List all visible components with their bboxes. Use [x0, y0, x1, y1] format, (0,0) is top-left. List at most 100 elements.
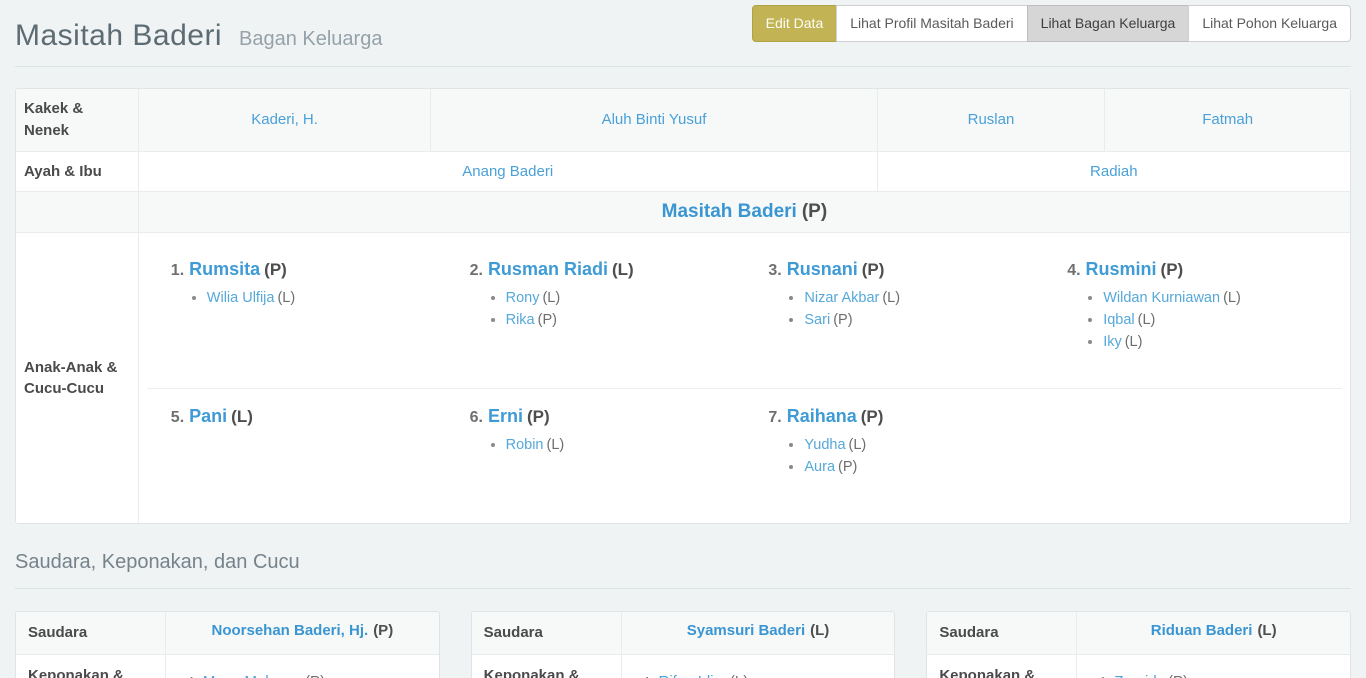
grandchild-link[interactable]: Iky	[1103, 334, 1122, 350]
grandmother-maternal-cell: Fatmah	[1104, 89, 1350, 151]
child-gender: (P)	[527, 407, 550, 426]
mother-cell: Radiah	[877, 151, 1350, 192]
grandchildren-list: Robin(L)	[470, 437, 735, 453]
grandchild-gender: (L)	[546, 437, 564, 453]
view-chart-button[interactable]: Lihat Bagan Keluarga	[1027, 5, 1190, 42]
nephew-name-link[interactable]: Rifna Idiar	[659, 673, 727, 678]
nephews-cell: 1.Muna Makmun(P) Nafies Luthfi(L)	[166, 655, 439, 678]
sibling-name-link[interactable]: Riduan Baderi	[1151, 622, 1253, 639]
child-name-link[interactable]: Erni	[488, 406, 523, 426]
child-block-5: 5. Pani(L)	[147, 389, 446, 514]
grandchild-item: Rika(P)	[506, 312, 735, 328]
child-number: 4.	[1067, 262, 1080, 279]
grandchild-item: Rony(L)	[506, 290, 735, 306]
sibling-header-row: Saudara Noorsehan Baderi, Hj.(P)	[16, 612, 439, 654]
child-gender: (L)	[231, 407, 253, 426]
child-block-7: 7.Raihana(P) Yudha(L) Aura(P)	[744, 389, 1043, 514]
child-number: 1.	[171, 262, 184, 279]
siblings-section-title: Saudara, Keponakan, dan Cucu	[15, 551, 1351, 589]
sibling-name-cell: Noorsehan Baderi, Hj.(P)	[166, 612, 439, 654]
grandchild-link[interactable]: Aura	[804, 459, 835, 475]
grandparents-label: Kakek & Nenek	[16, 89, 138, 151]
nephew-gender: (P)	[305, 673, 325, 678]
grandchild-gender: (L)	[1138, 312, 1156, 328]
parents-row: Ayah & Ibu Anang Baderi Radiah	[16, 151, 1350, 192]
grandparents-row: Kakek & Nenek Kaderi, H. Aluh Binti Yusu…	[16, 89, 1350, 151]
view-tree-button[interactable]: Lihat Pohon Keluarga	[1188, 5, 1351, 42]
grandchild-link[interactable]: Iqbal	[1103, 312, 1134, 328]
children-cell: 1.Rumsita(P) Wilia Ulfija(L) 2.Rusman Ri…	[138, 232, 1350, 523]
grandchild-gender: (L)	[277, 290, 295, 306]
keponakan-label: Keponakan & Cucu-Cucu	[927, 655, 1077, 678]
grandmother-maternal-link[interactable]: Fatmah	[1202, 111, 1253, 128]
child-block-4: 4.Rusmini(P) Wildan Kurniawan(L) Iqbal(L…	[1043, 242, 1342, 388]
child-number: 5.	[171, 409, 184, 426]
nephew-number: 1.	[644, 674, 655, 678]
grandchild-link[interactable]: Nizar Akbar	[804, 290, 879, 306]
grandfather-maternal-link[interactable]: Ruslan	[968, 111, 1015, 128]
grandchild-gender: (L)	[849, 437, 867, 453]
child-gender: (P)	[862, 260, 885, 279]
self-row: Masitah Baderi(P)	[16, 191, 1350, 232]
sibling-card-1: Saudara Noorsehan Baderi, Hj.(P) Keponak…	[15, 611, 440, 678]
self-label-empty	[16, 191, 138, 232]
grandfather-paternal-cell: Kaderi, H.	[138, 89, 431, 151]
child-block-6: 6.Erni(P) Robin(L)	[446, 389, 745, 514]
nephew-gender: (L)	[730, 673, 748, 678]
sibling-name-link[interactable]: Noorsehan Baderi, Hj.	[211, 622, 368, 639]
self-name-link[interactable]: Masitah Baderi	[662, 201, 797, 222]
grandchild-gender: (L)	[1125, 334, 1143, 350]
saudara-label: Saudara	[927, 612, 1077, 654]
grandchild-link[interactable]: Wilia Ulfija	[207, 290, 275, 306]
father-link[interactable]: Anang Baderi	[462, 163, 553, 180]
nephews-cell: 1.Zuraida(P) Andika Nugraha Rahman(L)	[1077, 655, 1350, 678]
nephews-cell: 1.Rifna Idiar(L) Sari Mardiah(P)	[622, 655, 895, 678]
grandchild-link[interactable]: Rony	[506, 290, 540, 306]
sibling-name-cell: Syamsuri Baderi(L)	[622, 612, 895, 654]
edit-data-button[interactable]: Edit Data	[752, 5, 838, 42]
nephew-item: 1.Muna Makmun(P) Nafies Luthfi(L)	[176, 665, 429, 678]
sibling-name-link[interactable]: Syamsuri Baderi	[687, 622, 805, 639]
keponakan-label: Keponakan & Cucu-Cucu	[16, 655, 166, 678]
child-name-link[interactable]: Pani	[189, 406, 227, 426]
child-name-link[interactable]: Rusnani	[787, 259, 858, 279]
grandfather-paternal-link[interactable]: Kaderi, H.	[251, 111, 318, 128]
child-block-empty	[1043, 389, 1342, 514]
grandchild-link[interactable]: Wildan Kurniawan	[1103, 290, 1220, 306]
child-name-link[interactable]: Rusman Riadi	[488, 259, 608, 279]
saudara-label: Saudara	[472, 612, 622, 654]
grandchild-item: Nizar Akbar(L)	[804, 290, 1033, 306]
grandchild-item: Iqbal(L)	[1103, 312, 1332, 328]
page-header: Masitah Baderi Bagan Keluarga Edit Data …	[15, 0, 1351, 67]
nephew-name-link[interactable]: Zuraida	[1114, 673, 1165, 678]
child-name-link[interactable]: Rusmini	[1086, 259, 1157, 279]
nephew-item: 1.Zuraida(P) Andika Nugraha Rahman(L)	[1087, 665, 1340, 678]
nephews-row: Keponakan & Cucu-Cucu 1.Zuraida(P) Andik…	[927, 654, 1350, 678]
grandmother-paternal-link[interactable]: Aluh Binti Yusuf	[602, 111, 707, 128]
grandchild-link[interactable]: Yudha	[804, 437, 845, 453]
sibling-name-cell: Riduan Baderi(L)	[1077, 612, 1350, 654]
grandchild-link[interactable]: Rika	[506, 312, 535, 328]
sibling-header-row: Saudara Riduan Baderi(L)	[927, 612, 1350, 654]
child-name-link[interactable]: Raihana	[787, 406, 857, 426]
parents-label: Ayah & Ibu	[16, 151, 138, 192]
grandchild-item: Wildan Kurniawan(L)	[1103, 290, 1332, 306]
grandchild-gender: (P)	[538, 312, 557, 328]
mother-link[interactable]: Radiah	[1090, 163, 1138, 180]
nephews-row: Keponakan & Cucu-Cucu 1.Rifna Idiar(L) S…	[472, 654, 895, 678]
child-block-2: 2.Rusman Riadi(L) Rony(L) Rika(P)	[446, 242, 745, 388]
nephew-number: 1.	[1099, 674, 1110, 678]
child-number: 2.	[470, 262, 483, 279]
family-chart-table-wrap: Kakek & Nenek Kaderi, H. Aluh Binti Yusu…	[15, 88, 1351, 524]
grandchild-link[interactable]: Robin	[506, 437, 544, 453]
grandchild-link[interactable]: Sari	[804, 312, 830, 328]
nephew-item: 1.Rifna Idiar(L) Sari Mardiah(P)	[632, 665, 885, 678]
nephew-name-link[interactable]: Muna Makmun	[203, 673, 302, 678]
grandchild-gender: (P)	[833, 312, 852, 328]
grandmother-paternal-cell: Aluh Binti Yusuf	[430, 89, 876, 151]
header-button-group: Edit Data Lihat Profil Masitah Baderi Li…	[752, 5, 1351, 42]
sibling-card-2: Saudara Syamsuri Baderi(L) Keponakan & C…	[471, 611, 896, 678]
view-profile-button[interactable]: Lihat Profil Masitah Baderi	[836, 5, 1027, 42]
child-name-link[interactable]: Rumsita	[189, 259, 260, 279]
person-name-title: Masitah Baderi	[15, 19, 222, 52]
